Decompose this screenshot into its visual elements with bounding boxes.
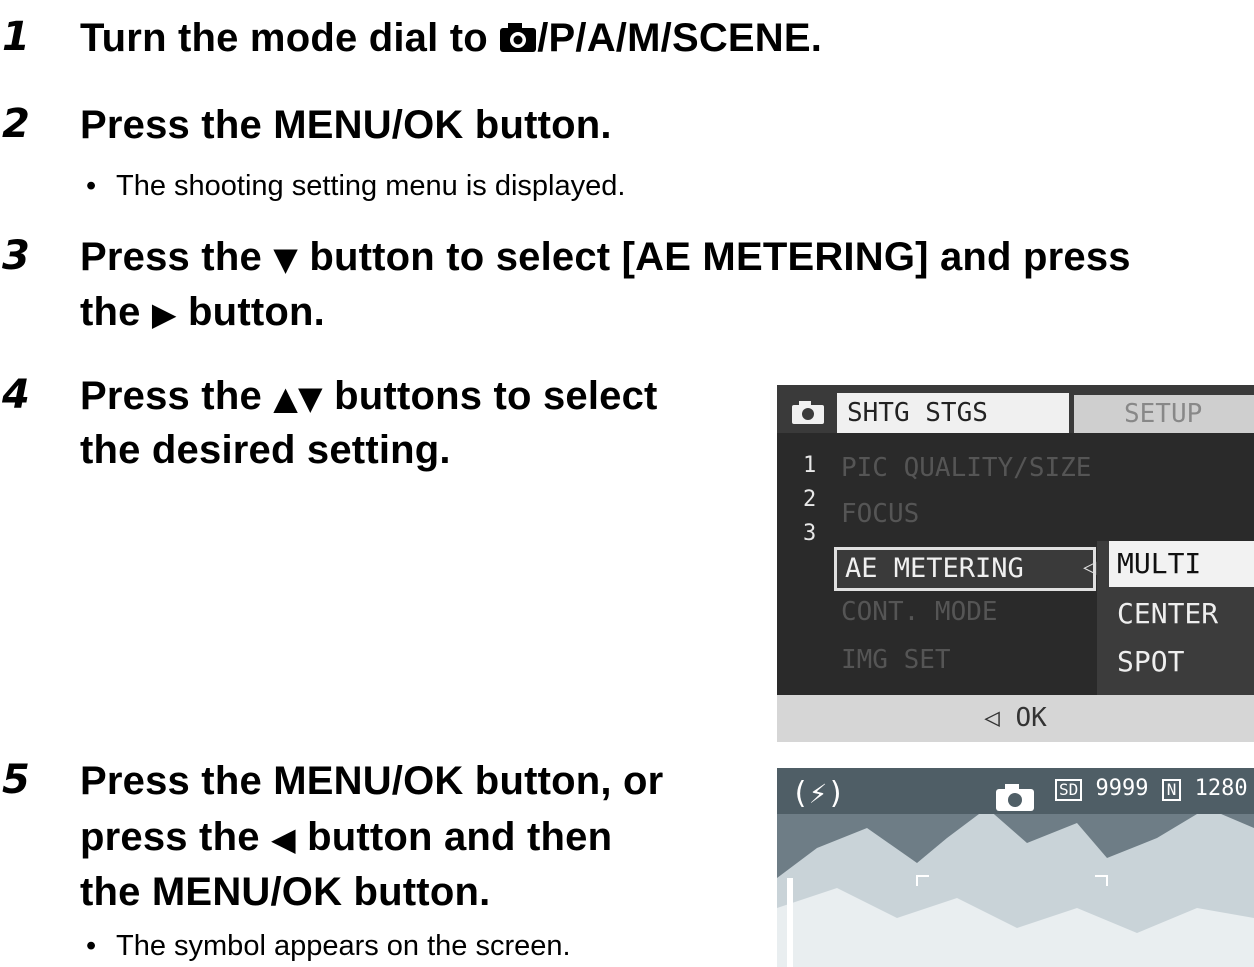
step-2-note: The shooting setting menu is displayed. bbox=[116, 170, 626, 202]
step-1-text-end: /P/A/M/SCENE. bbox=[537, 16, 823, 60]
bullet-dot: • bbox=[86, 930, 97, 962]
sd-card-icon: SD bbox=[1055, 779, 1083, 801]
step-5-heading-line3: the MENU/OK button. bbox=[80, 870, 491, 914]
step-5-note: The symbol appears on the screen. bbox=[116, 930, 571, 962]
step-4-heading-line2: the desired setting. bbox=[80, 428, 451, 472]
menu-item: FOCUS bbox=[841, 499, 920, 529]
step-3-heading-line2: the ▶ button. bbox=[80, 286, 325, 341]
page-3: 3 bbox=[803, 521, 817, 546]
step-3-text: Press the bbox=[80, 235, 274, 279]
submenu-pointer-icon: ◁ bbox=[1083, 555, 1097, 580]
tab-setup: SETUP bbox=[1074, 395, 1254, 433]
left-arrow-icon: ◀ bbox=[270, 820, 296, 858]
step-number: 2 bbox=[2, 101, 30, 147]
step-5-heading-line1: Press the MENU/OK button, or bbox=[80, 759, 664, 803]
step-1-heading: Turn the mode dial to /P/A/M/SCENE. bbox=[80, 12, 822, 67]
right-arrow-icon: ▶ bbox=[151, 295, 177, 333]
option-center: CENTER bbox=[1117, 597, 1219, 630]
remaining-shots: 9999 bbox=[1095, 776, 1149, 801]
step-number: 5 bbox=[2, 757, 30, 803]
step-4-heading-line1: Press the ▲▼ buttons to select bbox=[80, 370, 658, 425]
flash-icon: (⚡) bbox=[791, 776, 846, 811]
step-2-bullet: • The shooting setting menu is displayed. bbox=[86, 168, 625, 204]
page-indicator: 1 2 3 bbox=[803, 449, 816, 551]
option-submenu: MULTI CENTER SPOT bbox=[1097, 541, 1254, 701]
step-3-text-cont: button to select [AE METERING] and press bbox=[298, 235, 1131, 279]
step-number: 3 bbox=[2, 233, 30, 279]
step-number: 1 bbox=[2, 14, 30, 60]
step-3-text-line2: the bbox=[80, 290, 152, 334]
camera-mode-icon bbox=[499, 14, 537, 67]
menu-item-selected: AE METERING bbox=[834, 547, 1096, 591]
camera-preview-screen: (⚡) SD 9999 N 1280 bbox=[777, 768, 1254, 967]
menu-item: CONT. MODE bbox=[841, 597, 998, 627]
image-size: 1280 bbox=[1194, 776, 1248, 801]
step-5-text-cont: button and then bbox=[295, 815, 613, 859]
step-5-heading-line2: press the ◀ button and then bbox=[80, 811, 612, 866]
step-5-text: press the bbox=[80, 815, 271, 859]
camera-icon bbox=[791, 399, 825, 429]
camera-mode-icon bbox=[995, 782, 1035, 816]
option-spot: SPOT bbox=[1117, 645, 1185, 678]
step-4-text: Press the bbox=[80, 374, 274, 418]
step-4-text-cont: buttons to select bbox=[322, 374, 658, 418]
quality-icon: N bbox=[1161, 779, 1182, 801]
status-readout: SD 9999 N 1280 bbox=[1055, 776, 1248, 801]
back-arrow-icon: ◁ bbox=[984, 703, 1000, 733]
menu-item: PIC QUALITY/SIZE bbox=[841, 453, 1092, 483]
step-1-text: Turn the mode dial to bbox=[80, 16, 500, 60]
page-2: 2 bbox=[803, 487, 817, 512]
menu-item: IMG SET bbox=[841, 645, 951, 675]
step-3-text-line2-end: button. bbox=[176, 290, 325, 334]
page-1: 1 bbox=[803, 453, 817, 478]
camera-menu-screen: SHTG STGS SETUP 1 2 3 PIC QUALITY/SIZE F… bbox=[777, 385, 1254, 742]
bullet-dot: • bbox=[86, 170, 97, 202]
step-5-bullet: • The symbol appears on the screen. bbox=[86, 928, 571, 964]
menu-footer: ◁ OK bbox=[777, 695, 1254, 742]
step-3-heading-line1: Press the ▼ button to select [AE METERIN… bbox=[80, 231, 1131, 286]
tab-shooting-settings: SHTG STGS bbox=[837, 393, 1069, 433]
step-number: 4 bbox=[2, 372, 30, 418]
option-multi: MULTI bbox=[1109, 541, 1254, 587]
up-down-arrow-icon: ▲▼ bbox=[273, 379, 323, 417]
step-2-heading: Press the MENU/OK button. bbox=[80, 103, 612, 147]
down-arrow-icon: ▼ bbox=[273, 240, 299, 278]
footer-ok-label: OK bbox=[1015, 703, 1047, 733]
